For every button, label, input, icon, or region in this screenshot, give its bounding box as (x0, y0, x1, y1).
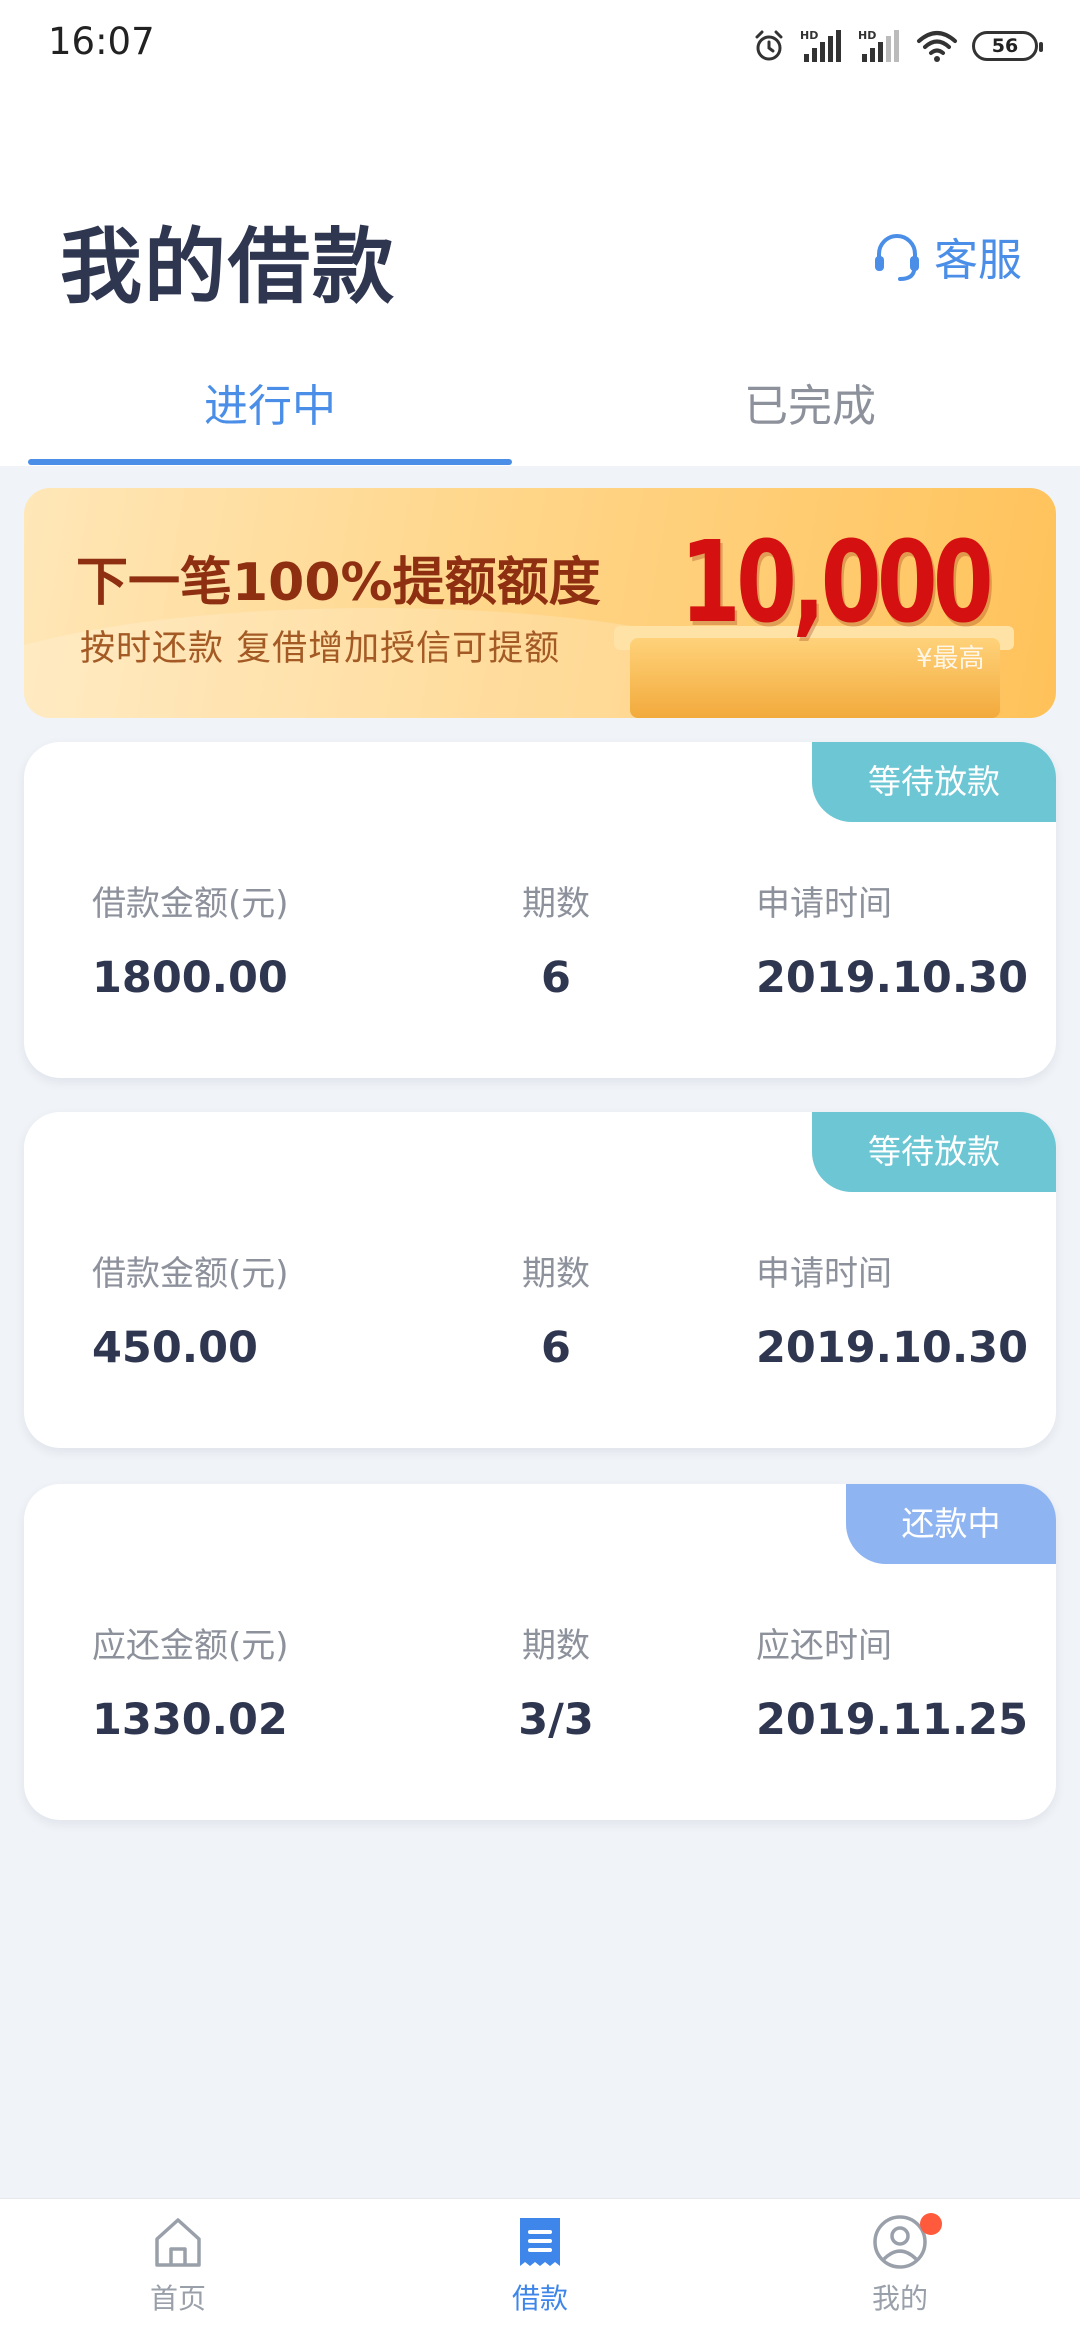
alarm-icon (755, 30, 783, 61)
nav-label-mine: 我的 (871, 2282, 928, 2315)
promo-banner[interactable]: 下一笔100%提额额度 按时还款 复借增加授信可提额 10,000 ¥最高 (24, 488, 1056, 718)
periods-label: 期数 (522, 1254, 590, 1294)
amount-column: 借款金额(元) 450.00 (92, 1246, 289, 1373)
banner-headline: 下一笔100%提额额度 (76, 553, 601, 613)
customer-service-button[interactable]: 客服 (870, 224, 1022, 288)
amount-value: 1330.02 (92, 1695, 288, 1745)
page-title: 我的借款 (60, 220, 397, 315)
loan-card[interactable]: 等待放款 借款金额(元) 1800.00 期数 6 申请时间 2019.10.3… (24, 742, 1056, 1078)
amount-column: 应还金额(元) 1330.02 (92, 1618, 289, 1745)
bottom-nav: 首页 借款 我的 (0, 2198, 1080, 2341)
periods-value: 6 (541, 953, 571, 1003)
periods-column: 期数 3/3 (506, 1618, 606, 1745)
date-column: 应还时间 2019.11.25 (756, 1618, 1028, 1745)
nav-item-mine[interactable]: 我的 (810, 2213, 990, 2317)
status-badge: 等待放款 (812, 742, 1056, 822)
date-column: 申请时间 2019.10.30 (756, 1246, 1028, 1373)
nav-label-home: 首页 (149, 2282, 206, 2315)
status-badge: 还款中 (846, 1484, 1056, 1564)
status-time: 16:07 (48, 20, 155, 63)
date-value: 2019.10.30 (756, 1323, 1029, 1373)
periods-value: 6 (541, 1323, 571, 1373)
tab-indicator (28, 459, 512, 465)
battery-icon: 56 (972, 31, 1043, 61)
date-column: 申请时间 2019.10.30 (756, 876, 1028, 1003)
headset-icon (875, 234, 919, 281)
date-value: 2019.10.30 (756, 953, 1029, 1003)
amount-label: 应还金额(元) (92, 1626, 289, 1666)
network-label-1: HD (800, 29, 818, 42)
cellular-signal-icon: HD (800, 29, 841, 62)
amount-value: 450.00 (92, 1323, 258, 1373)
bill-icon (520, 2218, 560, 2266)
amount-label: 借款金额(元) (92, 884, 289, 924)
banner-max-label: ¥最高 (916, 644, 985, 674)
loan-card[interactable]: 还款中 应还金额(元) 1330.02 期数 3/3 应还时间 2019.11.… (24, 1484, 1056, 1820)
top-area: 16:07 HD HD 56 我的借款 客服 进行中 已完成 (0, 0, 1080, 466)
status-badge: 等待放款 (812, 1112, 1056, 1192)
banner-subline: 按时还款 复借增加授信可提额 (80, 629, 561, 669)
home-icon (155, 2218, 201, 2267)
tab-in-progress[interactable]: 进行中 (0, 370, 540, 434)
periods-label: 期数 (522, 884, 590, 924)
nav-item-loan[interactable]: 借款 (450, 2213, 630, 2317)
tab-bar: 进行中 已完成 (0, 360, 1080, 466)
customer-service-label: 客服 (934, 235, 1022, 286)
cellular-signal-icon-2: HD (858, 29, 899, 62)
amount-column: 借款金额(元) 1800.00 (92, 876, 289, 1003)
periods-column: 期数 6 (506, 876, 606, 1003)
date-value: 2019.11.25 (756, 1695, 1029, 1745)
periods-value: 3/3 (518, 1695, 594, 1745)
amount-label: 借款金额(元) (92, 1254, 289, 1294)
date-label: 申请时间 (756, 1254, 892, 1294)
periods-label: 期数 (522, 1626, 590, 1666)
banner-amount: 10,000 (680, 518, 994, 648)
date-label: 申请时间 (756, 884, 892, 924)
wifi-icon (917, 31, 957, 62)
notification-dot (920, 2213, 942, 2235)
status-bar: 16:07 HD HD 56 (0, 0, 1080, 92)
network-label-2: HD (858, 29, 876, 42)
tab-completed[interactable]: 已完成 (540, 370, 1080, 434)
amount-value: 1800.00 (92, 953, 288, 1003)
periods-column: 期数 6 (506, 1246, 606, 1373)
loan-card[interactable]: 等待放款 借款金额(元) 450.00 期数 6 申请时间 2019.10.30 (24, 1112, 1056, 1448)
nav-item-home[interactable]: 首页 (88, 2213, 268, 2317)
status-icons: HD HD 56 (752, 24, 1043, 68)
date-label: 应还时间 (756, 1626, 892, 1666)
nav-label-loan: 借款 (511, 2282, 568, 2315)
